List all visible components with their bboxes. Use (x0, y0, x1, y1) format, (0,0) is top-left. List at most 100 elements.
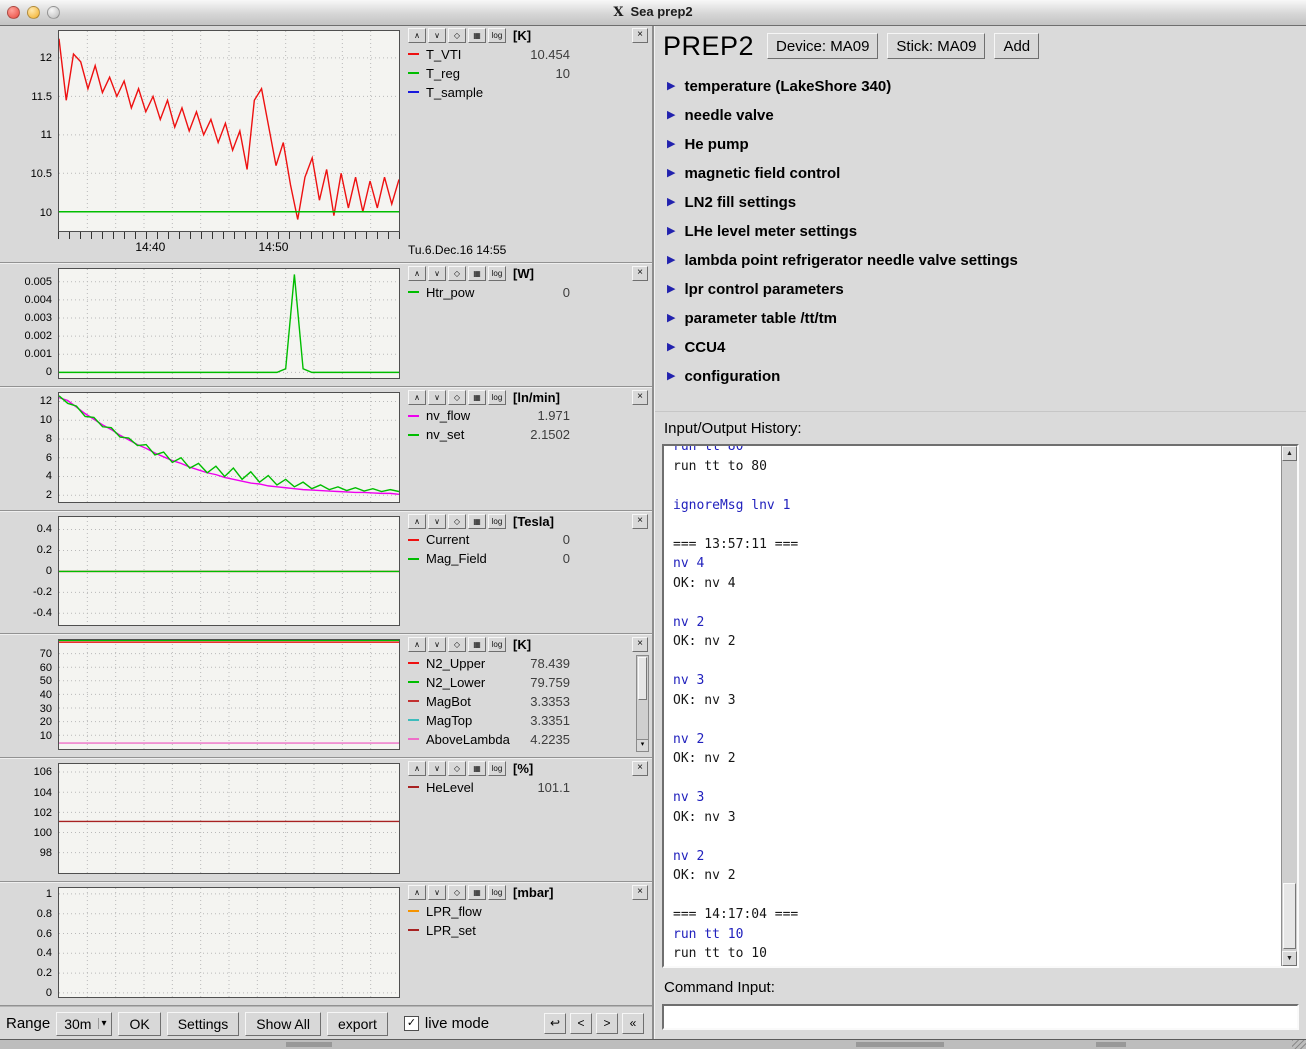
page-left-button[interactable]: < (570, 1013, 592, 1034)
scrollbar-thumb[interactable] (1283, 883, 1296, 949)
scale-up-button[interactable]: ∧ (408, 28, 426, 43)
tree-item-ccu4[interactable]: ▶CCU4 (667, 339, 1306, 355)
expand-arrow-icon: ▶ (667, 139, 675, 150)
scale-down-button[interactable]: ∨ (428, 885, 446, 900)
close-chart-button[interactable]: × (632, 885, 648, 900)
tree-item-lambda-point-refrigerator-needle[interactable]: ▶lambda point refrigerator needle valve … (667, 252, 1306, 268)
tree-item-parameter-table-tt-tm[interactable]: ▶parameter table /tt/tm (667, 310, 1306, 326)
legend-series-magtop: MagTop3.3351 (408, 712, 648, 728)
ok-button[interactable]: OK (118, 1012, 160, 1036)
history-console[interactable]: run tt 80run tt to 80 ignoreMsg lnv 1 ==… (662, 444, 1299, 968)
tree-item-needle-valve[interactable]: ▶needle valve (667, 107, 1306, 123)
page-right-button[interactable]: > (596, 1013, 618, 1034)
plot-area[interactable] (58, 639, 400, 750)
grid-button[interactable]: ▦ (468, 390, 486, 405)
log-scale-button[interactable]: log (488, 390, 506, 405)
scale-down-button[interactable]: ∨ (428, 266, 446, 281)
autoscale-button[interactable]: ◇ (448, 637, 466, 652)
log-scale-button[interactable]: log (488, 266, 506, 281)
log-scale-button[interactable]: log (488, 28, 506, 43)
autoscale-button[interactable]: ◇ (448, 390, 466, 405)
tree-item-lpr-control-parameters[interactable]: ▶lpr control parameters (667, 281, 1306, 297)
y-tick-label: -0.4 (33, 607, 52, 619)
log-scale-button[interactable]: log (488, 514, 506, 529)
tree-item-label: LHe level meter settings (684, 223, 857, 240)
tree-item-configuration[interactable]: ▶configuration (667, 368, 1306, 384)
plot-area[interactable] (58, 516, 400, 627)
plot-area[interactable] (58, 887, 400, 998)
legend-scrollbar[interactable]: ▾ (636, 655, 649, 752)
autoscale-button[interactable]: ◇ (448, 885, 466, 900)
tree-item-temperature-lakeshore-340[interactable]: ▶temperature (LakeShore 340) (667, 78, 1306, 94)
close-chart-button[interactable]: × (632, 28, 648, 43)
close-chart-button[interactable]: × (632, 266, 648, 281)
tree-item-he-pump[interactable]: ▶He pump (667, 136, 1306, 152)
grid-button[interactable]: ▦ (468, 885, 486, 900)
tree-item-ln2-fill-settings[interactable]: ▶LN2 fill settings (667, 194, 1306, 210)
legend-scrollbar-thumb[interactable] (638, 657, 647, 700)
live-mode-checkbox[interactable]: ✓ (404, 1016, 419, 1031)
grid-button[interactable]: ▦ (468, 514, 486, 529)
stick-button[interactable]: Stick: MA09 (887, 33, 985, 59)
series-value: 0 (518, 285, 570, 300)
y-axis: 12108642 (0, 387, 58, 510)
grid-button[interactable]: ▦ (468, 266, 486, 281)
scale-up-button[interactable]: ∧ (408, 390, 426, 405)
autoscale-button[interactable]: ◇ (448, 28, 466, 43)
title-bar[interactable]: XSea prep2 (0, 0, 1306, 26)
expand-arrow-icon: ▶ (667, 284, 675, 295)
grid-button[interactable]: ▦ (468, 761, 486, 776)
log-scale-button[interactable]: log (488, 637, 506, 652)
scale-up-button[interactable]: ∧ (408, 885, 426, 900)
scale-down-button[interactable]: ∨ (428, 761, 446, 776)
add-button[interactable]: Add (994, 33, 1039, 59)
y-tick-label: -0.2 (33, 586, 52, 598)
export-button[interactable]: export (327, 1012, 388, 1036)
close-chart-button[interactable]: × (632, 514, 648, 529)
scale-up-button[interactable]: ∧ (408, 266, 426, 281)
zoom-out-button[interactable]: ↩ (544, 1013, 566, 1034)
plot-area[interactable] (58, 268, 400, 379)
scale-up-button[interactable]: ∧ (408, 514, 426, 529)
jump-start-button[interactable]: « (622, 1013, 644, 1034)
autoscale-button[interactable]: ◇ (448, 761, 466, 776)
close-chart-button[interactable]: × (632, 637, 648, 652)
trace-canvas (59, 764, 399, 873)
command-input[interactable] (662, 1004, 1299, 1030)
plot-area[interactable] (58, 763, 400, 874)
show-all-button[interactable]: Show All (245, 1012, 321, 1036)
tree-item-magnetic-field-control[interactable]: ▶magnetic field control (667, 165, 1306, 181)
autoscale-button[interactable]: ◇ (448, 266, 466, 281)
device-button[interactable]: Device: MA09 (767, 33, 878, 59)
y-tick-label: 2 (46, 489, 52, 501)
close-chart-button[interactable]: × (632, 761, 648, 776)
legend-scroll-down-button[interactable]: ▾ (637, 739, 648, 751)
series-value: 10.454 (518, 47, 570, 62)
range-select[interactable]: 30m ▾ (56, 1012, 112, 1036)
tree-item-lhe-level-meter-settings[interactable]: ▶LHe level meter settings (667, 223, 1306, 239)
series-name: T_sample (426, 85, 518, 100)
close-chart-button[interactable]: × (632, 390, 648, 405)
grid-button[interactable]: ▦ (468, 28, 486, 43)
y-tick-label: 0.2 (37, 967, 52, 979)
console-scrollbar[interactable]: ▲ ▼ (1281, 446, 1297, 966)
plot-area[interactable] (58, 392, 400, 503)
autoscale-button[interactable]: ◇ (448, 514, 466, 529)
scale-down-button[interactable]: ∨ (428, 390, 446, 405)
scale-down-button[interactable]: ∨ (428, 637, 446, 652)
log-scale-button[interactable]: log (488, 885, 506, 900)
y-tick-label: 40 (40, 689, 52, 701)
scroll-up-button[interactable]: ▲ (1282, 446, 1297, 461)
scale-up-button[interactable]: ∧ (408, 761, 426, 776)
x11-icon: X (613, 5, 623, 20)
scale-down-button[interactable]: ∨ (428, 28, 446, 43)
series-name: nv_set (426, 427, 518, 442)
scale-up-button[interactable]: ∧ (408, 637, 426, 652)
settings-button[interactable]: Settings (167, 1012, 240, 1036)
scroll-down-button[interactable]: ▼ (1282, 951, 1297, 966)
plot-area[interactable] (58, 30, 400, 232)
grid-button[interactable]: ▦ (468, 637, 486, 652)
resize-grip (1292, 1040, 1306, 1049)
scale-down-button[interactable]: ∨ (428, 514, 446, 529)
log-scale-button[interactable]: log (488, 761, 506, 776)
